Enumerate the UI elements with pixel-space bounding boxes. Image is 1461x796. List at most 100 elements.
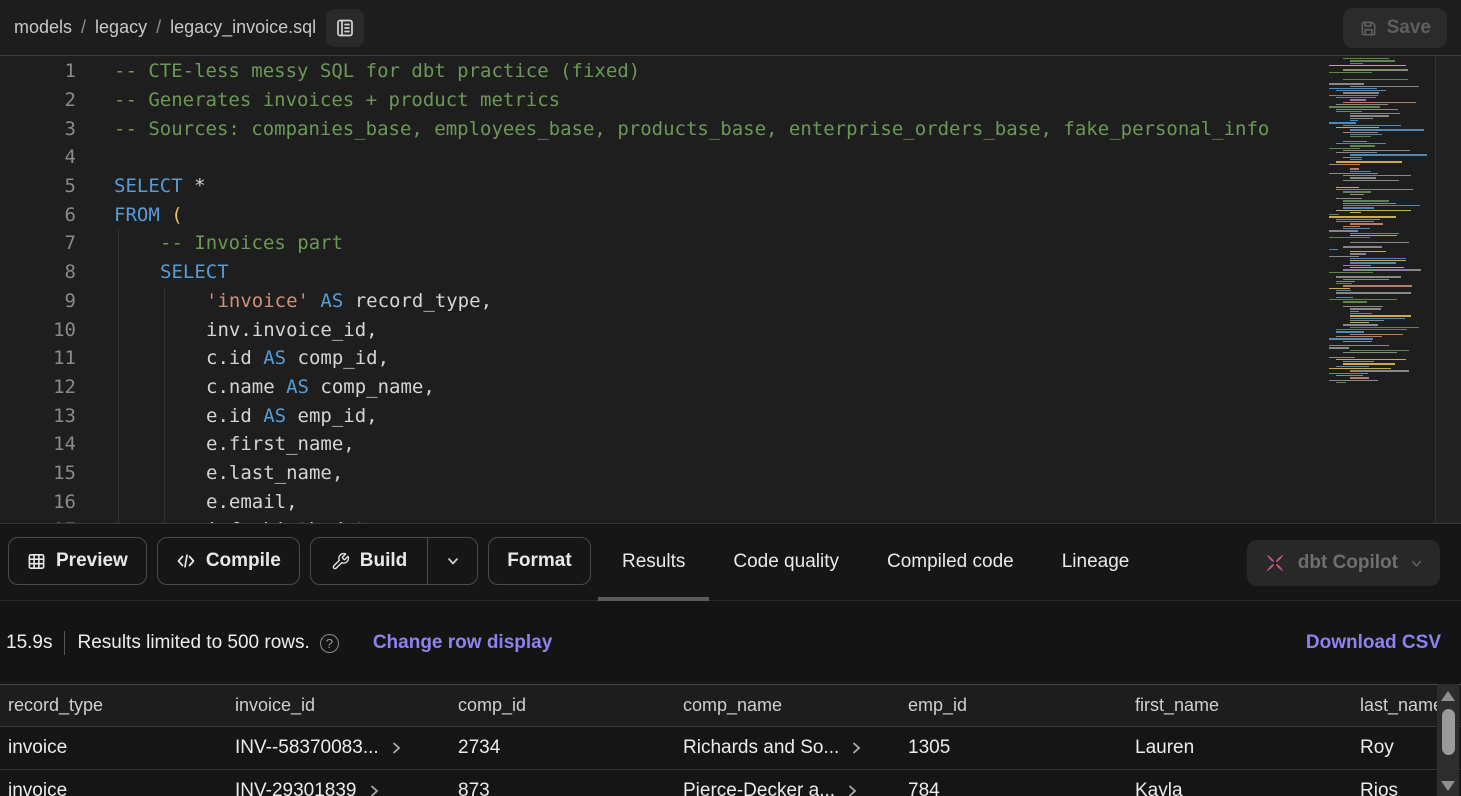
table-cell: Kayla [1135, 780, 1183, 796]
breadcrumb: models / legacy / legacy_invoice.sql [14, 17, 316, 38]
help-icon[interactable]: ? [319, 633, 339, 653]
code-line: 8 SELECT [0, 258, 1461, 287]
code-text: e.first_name, [206, 433, 355, 456]
table-cell: INV-29301839 [235, 780, 458, 796]
line-number: 11 [53, 347, 76, 370]
code-text: 'invoice' AS record_type, [206, 289, 493, 312]
build-button[interactable]: Build [311, 538, 428, 584]
table-cell: 873 [458, 780, 490, 796]
result-tabs: Results Code quality Compiled code Lineage [598, 525, 1153, 601]
expand-cell-icon[interactable] [369, 783, 379, 796]
scroll-up-icon[interactable] [1441, 691, 1455, 701]
change-row-display-link[interactable]: Change row display [373, 632, 552, 654]
code-line: 13 e.id AS emp_id, [0, 401, 1461, 430]
code-text: inv.invoice_id, [206, 318, 378, 341]
code-line: 11 c.id AS comp_id, [0, 344, 1461, 373]
save-button-label: Save [1386, 17, 1431, 38]
format-button[interactable]: Format [488, 537, 591, 585]
table-cell: 2734 [458, 737, 501, 758]
column-header-emp_id[interactable]: emp_id [908, 695, 1135, 716]
dbt-copilot-label: dbt Copilot [1297, 552, 1398, 573]
code-line: 6 FROM ( [0, 200, 1461, 229]
code-text: SELECT * [114, 175, 206, 198]
column-header-comp_id[interactable]: comp_id [458, 695, 683, 716]
code-text: -- Invoices part [160, 232, 344, 255]
build-options-button[interactable] [427, 538, 477, 584]
expand-cell-icon[interactable] [847, 783, 857, 796]
table-cell: invoice [8, 780, 68, 796]
code-line: 15 e.last_name, [0, 459, 1461, 488]
code-brackets-icon [177, 554, 195, 568]
breadcrumb-folder-legacy: legacy [95, 17, 148, 37]
table-header-row: record_type invoice_id comp_id comp_name emp… [0, 684, 1461, 727]
download-csv-link[interactable]: Download CSV [1306, 632, 1441, 654]
action-toolbar: Preview Compile Build Format Results Cod… [0, 525, 1461, 601]
line-number: 17 [0, 519, 76, 523]
table-cell: Pierce-Decker a... [683, 780, 908, 796]
format-button-label: Format [507, 550, 572, 571]
line-number: 9 [64, 289, 76, 312]
code-line: 4 [0, 143, 1461, 172]
table-cell: Lauren [1135, 737, 1195, 758]
table-body: invoice INV--58370083... 2734 Richards and … [0, 727, 1461, 796]
query-duration: 15.9s [6, 632, 53, 653]
code-line: 7 -- Invoices part [0, 229, 1461, 258]
table-grid-icon [28, 553, 45, 569]
line-number: 12 [53, 375, 76, 398]
line-number: 8 [64, 261, 76, 284]
column-header-record_type[interactable]: record_type [8, 695, 235, 716]
line-number: 10 [53, 318, 76, 341]
line-number: 4 [64, 146, 76, 169]
minimap[interactable] [1327, 58, 1434, 388]
expand-cell-icon[interactable] [851, 740, 861, 756]
file-outline-button[interactable] [326, 8, 365, 47]
row-limit-text: Results limited to 500 rows. [77, 632, 310, 653]
table-row: invoice INV-29301839 873 Pierce-Decker a...… [0, 770, 1461, 796]
tab-code-quality[interactable]: Code quality [709, 525, 863, 601]
table-cell: invoice [8, 737, 68, 758]
code-text: c.id AS comp_id, [206, 347, 390, 370]
column-header-invoice_id[interactable]: invoice_id [235, 695, 458, 716]
code-line: 2 -- Generates invoices + product metrics [0, 86, 1461, 115]
code-editor[interactable]: 1 -- CTE-less messy SQL for dbt practice … [0, 56, 1461, 524]
tab-results[interactable]: Results [598, 525, 710, 601]
column-header-comp_name[interactable]: comp_name [683, 695, 908, 716]
expand-cell-icon[interactable] [391, 740, 401, 756]
breadcrumb-file-name: legacy_invoice.sql [170, 17, 317, 37]
code-line: 3 -- Sources: companies_base, employees_b… [0, 114, 1461, 143]
code-text: e.email, [206, 490, 298, 513]
topbar: models / legacy / legacy_invoice.sql Sav… [0, 0, 1461, 56]
column-header-first_name[interactable]: first_name [1135, 695, 1360, 716]
preview-button[interactable]: Preview [8, 537, 147, 585]
code-line: 17 info.birth_date, [0, 516, 1461, 523]
dbt-copilot-button[interactable]: dbt Copilot [1246, 540, 1440, 586]
table-scrollbar[interactable] [1437, 684, 1459, 796]
table-cell: Richards and So... [683, 737, 908, 759]
save-button[interactable]: Save [1342, 8, 1447, 48]
results-table: record_type invoice_id comp_id comp_name emp… [0, 684, 1461, 796]
table-scrollbar-thumb[interactable] [1441, 709, 1455, 755]
code-line: 1 -- CTE-less messy SQL for dbt practice … [0, 57, 1461, 86]
code-text: -- Generates invoices + product metrics [114, 89, 561, 112]
code-text: -- Sources: companies_base, employees_ba… [114, 117, 1270, 140]
line-number: 3 [64, 117, 76, 140]
table-cell: INV--58370083... [235, 737, 458, 759]
tab-lineage[interactable]: Lineage [1038, 525, 1154, 601]
code-text: SELECT [160, 261, 229, 284]
line-number: 16 [53, 490, 76, 513]
editor-scrollbar-track[interactable] [1436, 56, 1461, 523]
scroll-down-icon[interactable] [1441, 781, 1455, 791]
outline-icon [337, 19, 354, 36]
line-number: 7 [64, 232, 76, 255]
table-row: invoice INV--58370083... 2734 Richards and … [0, 727, 1461, 770]
preview-button-label: Preview [56, 550, 128, 571]
code-line: 9 'invoice' AS record_type, [0, 287, 1461, 316]
line-number: 14 [53, 433, 76, 456]
build-button-group: Build [309, 537, 479, 585]
breadcrumb-separator: / [156, 17, 162, 37]
compile-button[interactable]: Compile [156, 537, 300, 585]
code-line: 10 inv.invoice_id, [0, 315, 1461, 344]
table-cell: 784 [908, 780, 940, 796]
line-number: 2 [64, 89, 76, 112]
tab-compiled-code[interactable]: Compiled code [863, 525, 1038, 601]
